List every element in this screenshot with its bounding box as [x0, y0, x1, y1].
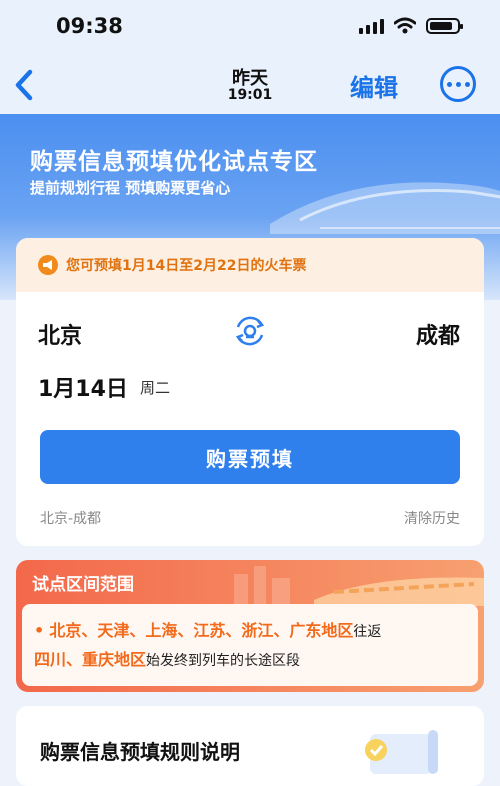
pilot-range-card: 试点区间范围 • 北京、天津、上海、江苏、浙江、广东地区往返 四川、重庆地区始发…	[16, 560, 484, 692]
swap-stations-icon[interactable]	[232, 313, 268, 349]
arrival-city[interactable]: 成都	[416, 318, 460, 350]
travel-weekday: 周二	[140, 379, 171, 397]
range-text-1: 往返	[353, 624, 382, 640]
prefill-button[interactable]: 购票预填	[40, 430, 460, 484]
status-bar: 09:38	[0, 0, 500, 58]
nav-bar: 昨天 19:01 编辑	[0, 58, 500, 114]
clear-history-button[interactable]: 清除历史	[404, 508, 460, 528]
history-route[interactable]: 北京-成都	[40, 508, 101, 528]
banner-subtitle: 提前规划行程 预填购票更省心	[30, 179, 231, 197]
notice-text: 您可预填1月14日至2月22日的火车票	[66, 258, 307, 274]
range-description: • 北京、天津、上海、江苏、浙江、广东地区往返 四川、重庆地区始发终到列车的长途…	[22, 604, 478, 686]
nav-subtitle: 19:01	[227, 87, 273, 103]
wifi-icon	[394, 17, 416, 34]
rules-title: 购票信息预填规则说明	[40, 740, 240, 764]
notice-bar: 您可预填1月14日至2月22日的火车票	[16, 238, 484, 292]
range-bullet: •	[34, 621, 45, 640]
rules-scroll-icon	[365, 730, 438, 774]
range-text-2: 始发终到列车的长途区段	[146, 653, 301, 669]
departure-city[interactable]: 北京	[38, 318, 82, 350]
rules-card[interactable]: 购票信息预填规则说明	[16, 706, 484, 786]
banner-title: 购票信息预填优化试点专区	[30, 149, 318, 175]
range-regions-1: 北京、天津、上海、江苏、浙江、广东地区	[49, 621, 354, 640]
more-icon[interactable]	[440, 66, 476, 102]
status-time: 09:38	[56, 14, 123, 38]
range-regions-2: 四川、重庆地区	[34, 650, 147, 669]
battery-icon	[426, 17, 463, 34]
megaphone-icon	[38, 255, 58, 275]
edit-button[interactable]: 编辑	[350, 68, 398, 103]
city-skyline-illustration	[234, 566, 484, 606]
range-title: 试点区间范围	[32, 575, 134, 595]
prefill-card: 您可预填1月14日至2月22日的火车票 北京 成都 1月14日 周二 购票预填 …	[16, 238, 484, 546]
signal-icon	[359, 18, 384, 34]
travel-date[interactable]: 1月14日	[38, 371, 128, 403]
